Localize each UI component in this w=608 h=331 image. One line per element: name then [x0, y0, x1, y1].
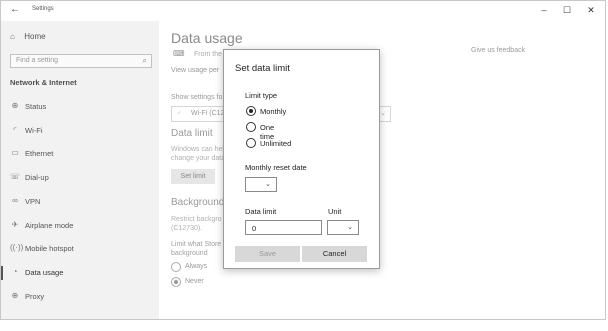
sidebar-item-mobile-hotspot[interactable]: ((·)) Mobile hotspot: [1, 239, 159, 259]
maximize-button[interactable]: ☐: [555, 3, 579, 17]
data-limit-label: Data limit: [245, 207, 277, 216]
search-placeholder: Find a setting: [16, 57, 59, 64]
sidebar-item-proxy[interactable]: ⊕ Proxy: [1, 287, 159, 307]
data-limit-desc-line-1: Windows can hel: [171, 146, 224, 153]
monthly-reset-label: Monthly reset date: [245, 163, 307, 172]
data-limit-desc-line-2: change your data: [171, 155, 226, 162]
minimize-button[interactable]: –: [532, 3, 556, 17]
home-icon: ⌂: [10, 32, 15, 41]
data-limit-input[interactable]: 0: [245, 220, 322, 235]
sidebar: ⌂ Home Find a setting ⌕ Network & Intern…: [1, 21, 159, 319]
dial-up-icon: ☏: [10, 172, 21, 182]
sidebar-item-status[interactable]: ⊕ Status: [1, 97, 159, 117]
set-limit-button[interactable]: Set limit: [171, 169, 215, 184]
set-data-limit-dialog: Set data limit Limit type Monthly One ti…: [223, 49, 380, 269]
search-icon: ⌕: [142, 56, 147, 65]
page-title: Data usage: [171, 30, 243, 46]
cancel-button[interactable]: Cancel: [302, 246, 367, 262]
proxy-icon: ⊕: [11, 290, 19, 300]
save-button[interactable]: Save: [235, 246, 300, 262]
sidebar-item-label: Status: [25, 102, 47, 111]
radio-circle: [171, 262, 181, 272]
sidebar-item-label: Dial-up: [25, 173, 49, 183]
dialog-title: Set data limit: [235, 63, 290, 74]
limit-store-line-2: background: [171, 250, 208, 257]
status-icon: ⊕: [11, 101, 19, 110]
sidebar-section-heading: Network & Internet: [10, 78, 77, 87]
sidebar-item-wi-fi[interactable]: ◜ Wi-Fi: [1, 121, 159, 141]
radio-always-label: Always: [185, 263, 208, 270]
network-select-value: Wi-Fi (C12: [191, 110, 225, 117]
window-title: Settings: [32, 6, 54, 12]
sidebar-item-label: VPN: [25, 196, 41, 206]
data-limit-value: 0: [252, 224, 257, 233]
sidebar-item-vpn[interactable]: ∞ VPN: [1, 192, 159, 212]
airplane-mode-icon: ✈: [11, 219, 19, 229]
option-monthly-label: Monthly: [260, 107, 287, 116]
chevron-down-icon: ⌄: [380, 110, 386, 117]
network-icon: ⌨: [173, 49, 185, 58]
settings-window: ← Settings – ☐ ✕ ⌂ Home Find a setting ⌕…: [0, 0, 606, 320]
sidebar-item-label: Proxy: [25, 291, 45, 301]
sidebar-item-data-usage[interactable]: ◔ Data usage: [1, 263, 159, 283]
feedback-link[interactable]: Give us feedback: [471, 47, 525, 54]
sidebar-home[interactable]: ⌂ Home: [10, 32, 46, 41]
limit-type-label: Limit type: [245, 91, 278, 100]
sidebar-item-label: Mobile hotspot: [25, 244, 74, 254]
radio-circle-selected: [171, 277, 181, 287]
option-unlimited-label: Unlimited: [260, 139, 292, 148]
chevron-down-icon: ⌄: [265, 181, 271, 188]
radio-circle: [246, 122, 256, 132]
show-settings-label: Show settings fo: [171, 94, 223, 101]
back-arrow-icon[interactable]: ←: [10, 4, 20, 15]
close-button[interactable]: ✕: [579, 3, 603, 17]
sidebar-item-airplane-mode[interactable]: ✈ Airplane mode: [1, 216, 159, 236]
view-usage-link[interactable]: View usage per: [171, 67, 219, 74]
background-title: Background: [171, 197, 225, 208]
background-desc-line-2: (C12730).: [171, 225, 203, 232]
mobile-hotspot-icon: ((·)): [10, 243, 24, 253]
sidebar-item-label: Wi-Fi: [25, 125, 43, 135]
sidebar-item-ethernet[interactable]: ▭ Ethernet: [1, 144, 159, 164]
radio-circle: [246, 138, 256, 148]
data-limit-title: Data limit: [171, 128, 213, 139]
wi-fi-icon: ◜: [13, 124, 17, 134]
sidebar-item-label: Ethernet: [25, 149, 54, 159]
sidebar-item-dial-up[interactable]: ☏ Dial-up: [1, 168, 159, 188]
wifi-icon: ◜: [178, 111, 181, 118]
background-desc-line-1: Restrict backgro: [171, 216, 222, 223]
limit-store-line-1: Limit what Store: [171, 241, 222, 248]
sidebar-item-label: Data usage: [25, 267, 64, 277]
vpn-icon: ∞: [12, 195, 18, 205]
title-bar: ← Settings – ☐ ✕: [1, 1, 605, 21]
reset-date-select[interactable]: ⌄: [245, 177, 277, 192]
sidebar-home-label: Home: [24, 32, 46, 41]
radio-circle-selected: [246, 106, 256, 116]
ethernet-icon: ▭: [11, 148, 19, 158]
unit-label: Unit: [328, 207, 342, 216]
unit-select[interactable]: ⌄: [327, 220, 359, 235]
sidebar-item-label: Airplane mode: [25, 220, 74, 230]
chevron-down-icon: ⌄: [347, 224, 353, 231]
from-text: From the: [194, 51, 223, 58]
data-usage-icon: ◔: [12, 266, 18, 276]
radio-never-label: Never: [185, 278, 204, 285]
search-input[interactable]: Find a setting ⌕: [10, 54, 152, 68]
